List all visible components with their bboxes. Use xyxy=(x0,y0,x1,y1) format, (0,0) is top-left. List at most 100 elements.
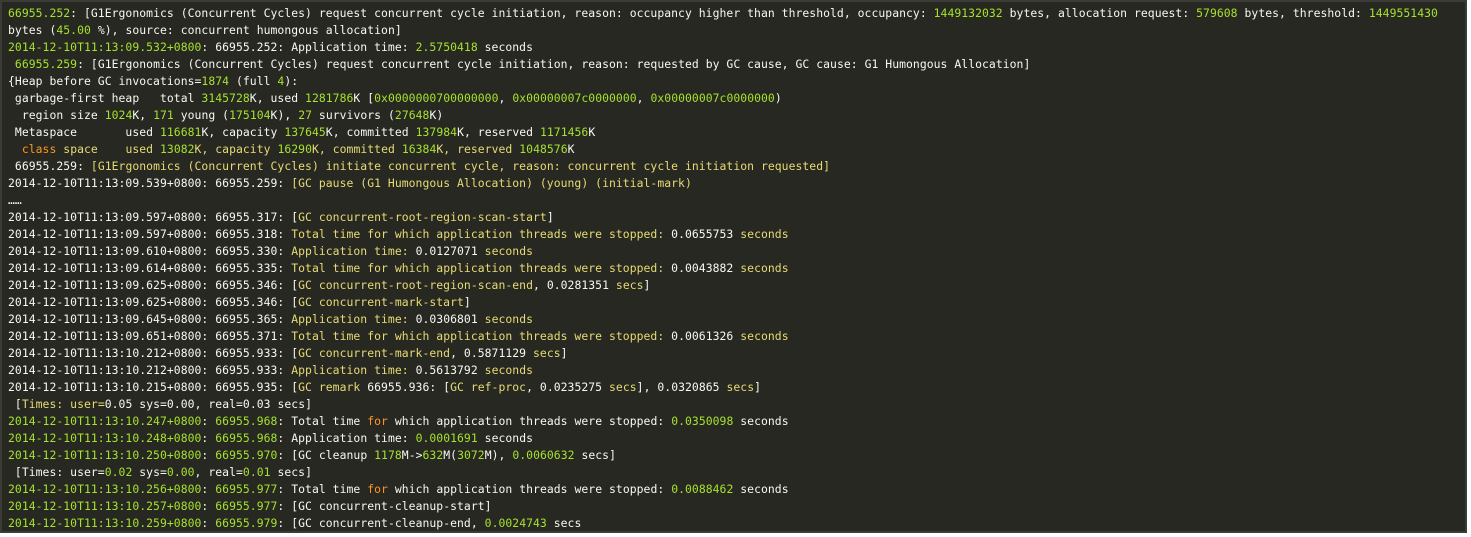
log-segment: Application time: xyxy=(291,312,409,326)
log-segment: secs] xyxy=(270,465,312,479)
log-segment: ] xyxy=(560,346,568,360)
log-segment: 66955.252 xyxy=(8,6,71,20)
log-segment: 0x00000007c0000000 xyxy=(512,91,637,105)
log-segment: , 0.0281351 xyxy=(533,278,616,292)
log-segment: : [G1Ergonomics (Concurrent Cycles) requ… xyxy=(77,57,1031,71)
log-segment: 2014-12-10T11:13:09.532+0800 xyxy=(8,40,202,54)
log-segment: : [GC concurrent-cleanup-end, xyxy=(277,516,485,530)
log-segment: GC concurrent-mark-end xyxy=(298,346,451,360)
log-segment: : xyxy=(201,516,216,530)
log-segment: 0.0043882 xyxy=(664,261,741,275)
log-segment: sys= xyxy=(132,397,167,411)
log-segment: 2014-12-10T11:13:10.215+0800: 66955.935:… xyxy=(8,380,299,394)
log-segment: 0.05 xyxy=(104,397,133,411)
log-segment: seconds xyxy=(477,40,533,54)
log-segment: 2014-12-10T11:13:10.259+0800 xyxy=(8,516,202,530)
log-segment: 1449551430 xyxy=(1368,6,1438,20)
log-segment: sys= xyxy=(132,465,167,479)
log-line: 2014-12-10T11:13:10.212+0800: 66955.933:… xyxy=(8,362,1465,379)
log-segment: 2014-12-10T11:13:10.247+0800 xyxy=(8,414,202,428)
log-segment: garbage-first heap total xyxy=(8,91,202,105)
log-segment: region size xyxy=(8,108,105,122)
log-segment: 66955.259: xyxy=(8,159,91,173)
log-segment: M), xyxy=(484,448,513,462)
log-line: 2014-12-10T11:13:10.256+0800: 66955.977:… xyxy=(8,481,1465,498)
log-segment: , 0.0235275 xyxy=(526,380,610,394)
log-segment: 1281786 xyxy=(305,91,354,105)
log-line: Metaspace used 116681K, capacity 137645K… xyxy=(8,124,1465,141)
log-segment: 0.0061326 xyxy=(664,329,741,343)
log-segment: 2014-12-10T11:13:10.256+0800 xyxy=(8,482,202,496)
log-segment: seconds xyxy=(484,312,534,326)
log-segment: 0.02 xyxy=(104,465,133,479)
log-segment: GC concurrent-root-region-scan-end xyxy=(298,278,533,292)
log-segment: 3145728 xyxy=(201,91,250,105)
log-segment: 66955.977 xyxy=(215,499,278,513)
log-segment: ] xyxy=(546,210,554,224)
log-segment: secs xyxy=(615,278,644,292)
log-segment: K, committed xyxy=(312,142,402,156)
log-segment: GC ref-proc xyxy=(450,380,527,394)
log-segment: [Times: user= xyxy=(8,465,105,479)
log-line: 2014-12-10T11:13:09.645+0800: 66955.365:… xyxy=(8,311,1465,328)
log-segment: K) xyxy=(429,108,444,122)
log-line: 2014-12-10T11:13:09.610+0800: 66955.330:… xyxy=(8,243,1465,260)
log-segment: K, committed xyxy=(325,125,416,139)
log-segment: GC concurrent-root-region-scan-start xyxy=(298,210,547,224)
log-line: 2014-12-10T11:13:10.248+0800: 66955.968:… xyxy=(8,430,1465,447)
log-segment: 66955.970 xyxy=(215,448,278,462)
log-segment: 0.0350098 xyxy=(671,414,734,428)
log-line: 2014-12-10T11:13:09.532+0800: 66955.252:… xyxy=(8,39,1465,56)
log-segment: 2014-12-10T11:13:10.250+0800 xyxy=(8,448,202,462)
log-segment: seconds xyxy=(740,329,789,343)
log-segment: ) xyxy=(774,91,782,105)
log-segment: , real= xyxy=(194,465,243,479)
log-segment: 2014-12-10T11:13:09.539+0800: 66955.259: xyxy=(8,176,292,190)
gc-log-console: 66955.252 : [G1Ergonomics (Concurrent Cyc… xyxy=(0,0,1467,533)
log-line: 66955.259: [G1Ergonomics (Concurrent Cyc… xyxy=(8,56,1465,73)
log-segment: Times: user= xyxy=(21,397,105,411)
log-segment: 116681 xyxy=(159,125,202,139)
log-segment: [GC pause (G1 Humongous Allocation) (you… xyxy=(291,176,692,190)
log-segment: Total time for which application threads… xyxy=(291,329,665,343)
log-segment: 2014-12-10T11:13:10.212+0800: 66955.933: xyxy=(8,363,292,377)
log-line: class space used 13082K, capacity 16290K… xyxy=(8,141,1465,158)
log-segment: secs] xyxy=(270,397,313,411)
log-segment: seconds xyxy=(484,363,534,377)
log-segment: 66955.968 xyxy=(215,414,278,428)
log-segment: 0.03 xyxy=(242,397,271,411)
log-segment: 171 xyxy=(153,108,174,122)
log-line: 2014-12-10T11:13:10.247+0800: 66955.968:… xyxy=(8,413,1465,430)
log-segment: [ xyxy=(8,397,22,411)
log-segment: 2014-12-10T11:13:09.610+0800: 66955.330: xyxy=(8,244,292,258)
log-segment: K, capacity xyxy=(201,125,285,139)
log-segment: bytes, threshold: xyxy=(1237,6,1369,20)
log-line: 2014-12-10T11:13:10.259+0800: 66955.979:… xyxy=(8,515,1465,531)
log-line: {Heap before GC invocations=1874 (full 4… xyxy=(8,73,1465,90)
log-segment: 1449132032 xyxy=(933,6,1003,20)
log-segment: %), source: concurrent humongous allocat… xyxy=(90,23,402,37)
log-segment: 137645 xyxy=(284,125,326,139)
log-segment: space used xyxy=(56,142,160,156)
log-segment: 2014-12-10T11:13:09.597+0800: 66955.318: xyxy=(8,227,292,241)
log-segment: secs xyxy=(609,380,637,394)
log-segment: 0.5613792 xyxy=(408,363,485,377)
log-segment: {Heap before GC invocations= xyxy=(8,74,202,88)
log-line: 66955.259: [G1Ergonomics (Concurrent Cyc… xyxy=(8,158,1465,175)
log-segment: 137984 xyxy=(415,125,458,139)
log-segment: 0.0655753 xyxy=(664,227,741,241)
log-segment: seconds xyxy=(740,227,789,241)
log-segment: 27648 xyxy=(394,108,430,122)
log-line: 2014-12-10T11:13:09.597+0800: 66955.318:… xyxy=(8,226,1465,243)
log-line: 2014-12-10T11:13:10.212+0800: 66955.933:… xyxy=(8,345,1465,362)
log-segment: 0.0060632 xyxy=(512,448,575,462)
log-line: 2014-12-10T11:13:10.215+0800: 66955.935:… xyxy=(8,379,1465,396)
log-segment: 0.0306801 xyxy=(408,312,485,326)
log-segment: 0.00 xyxy=(166,465,195,479)
log-segment: seconds xyxy=(484,244,534,258)
log-segment: 0x00000007c0000000 xyxy=(650,91,775,105)
log-segment: : xyxy=(201,448,216,462)
log-segment: 13082 xyxy=(160,142,195,156)
log-segment: 27 xyxy=(298,108,313,122)
log-segment: : 66955.252: Application time: xyxy=(201,40,416,54)
